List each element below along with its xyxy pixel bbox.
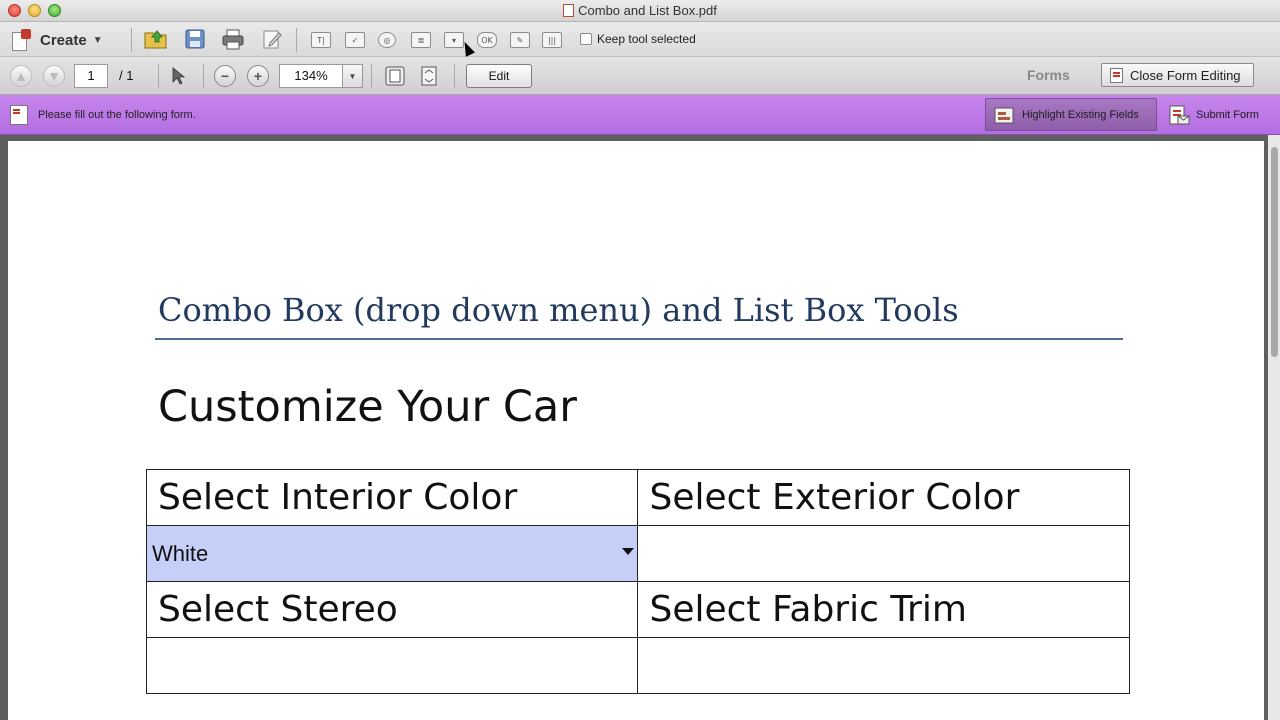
highlight-fields-icon [994,107,1014,123]
next-page-button[interactable]: ▼ [43,65,65,87]
open-button[interactable] [143,26,169,52]
submit-form-label: Submit Form [1196,108,1259,121]
toolbar-divider [131,28,132,52]
minus-icon: − [220,68,230,84]
print-button[interactable] [220,26,246,52]
plus-icon: + [253,68,263,84]
chevron-down-icon: ▼ [92,34,103,46]
arrow-down-icon: ▼ [47,68,61,84]
close-form-editing-label: Close Form Editing [1130,67,1241,83]
text-field-icon[interactable]: T| [311,32,331,48]
form-document-icon [10,105,28,125]
window-title: Combo and List Box.pdf [0,3,1280,18]
zoom-out-button[interactable]: − [214,65,236,87]
window-title-text: Combo and List Box.pdf [578,3,717,18]
document-viewport: Combo Box (drop down menu) and List Box … [0,135,1280,720]
keep-tool-selected-option[interactable]: Keep tool selected [580,32,696,46]
pdf-file-icon [563,4,575,17]
page-number-input[interactable]: 1 [74,64,108,88]
keep-tool-label: Keep tool selected [597,32,696,46]
fabric-trim-label: Select Fabric Trim [637,581,1130,638]
submit-form-icon [1169,105,1190,124]
stereo-field[interactable] [145,637,639,694]
edit-document-button[interactable] [259,26,285,52]
main-toolbar: Create ▼ T| ✓ ◎ ≣ ▾ OK ✎ ||| Keep tool s… [0,22,1280,57]
select-tool-button[interactable] [165,63,191,89]
dropdown-arrow-icon[interactable] [622,548,635,555]
pdf-page: Combo Box (drop down menu) and List Box … [8,141,1264,720]
arrow-pointer-icon [172,67,185,85]
heading-divider [155,338,1123,340]
create-label: Create [40,31,87,49]
fit-width-button[interactable] [416,63,442,89]
fit-width-icon [421,66,437,86]
previous-page-button[interactable]: ▲ [10,65,32,87]
table-row [145,637,1130,694]
highlight-fields-label: Highlight Existing Fields [1022,108,1139,121]
document-heading: Combo Box (drop down menu) and List Box … [158,291,959,329]
table-row: Select Interior Color Select Exterior Co… [145,469,1130,526]
chevron-down-icon[interactable]: ▼ [342,65,362,87]
page-count: / 1 [119,68,134,83]
form-message: Please fill out the following form. [10,105,196,125]
toolbar-divider [158,64,159,88]
pencil-page-icon [263,30,282,49]
stereo-label: Select Stereo [145,581,639,638]
checkbox-tool-icon[interactable]: ✓ [345,32,365,48]
form-edit-icon [1110,67,1123,83]
submit-form-button[interactable]: Submit Form [1162,98,1272,131]
document-subheading: Customize Your Car [158,382,577,432]
toolbar-divider [454,64,455,88]
zoom-in-button[interactable]: + [247,65,269,87]
form-message-text: Please fill out the following form. [38,109,196,121]
create-button[interactable]: Create ▼ [10,27,103,53]
close-form-editing-button[interactable]: Close Form Editing [1101,63,1254,87]
interior-color-combo-box[interactable]: White [147,526,638,581]
fit-page-button[interactable] [382,63,408,89]
zoom-select[interactable]: 134% ▼ [279,64,363,88]
save-disk-icon [185,29,205,49]
title-bar: Combo and List Box.pdf [0,0,1280,22]
forms-label: Forms [1027,67,1070,83]
toolbar-divider [296,28,297,52]
interior-color-value: White [152,540,209,566]
open-folder-icon [144,30,167,49]
toolbar-divider [371,64,372,88]
fit-page-icon [385,66,405,86]
exterior-color-label: Select Exterior Color [637,469,1130,526]
vertical-scrollbar[interactable] [1268,135,1280,720]
list-box-tool-icon[interactable]: ≣ [411,32,431,48]
interior-color-label: Select Interior Color [145,469,639,526]
keep-tool-checkbox[interactable] [580,33,592,45]
navigation-toolbar: ▲ ▼ 1 / 1 − + 134% ▼ Edit Forms Close Fo… [0,57,1280,95]
form-message-bar: Please fill out the following form. High… [0,95,1280,135]
car-options-table: Select Interior Color Select Exterior Co… [145,469,1130,694]
printer-icon [222,29,244,50]
button-tool-icon[interactable]: OK [477,32,497,48]
highlight-existing-fields-button[interactable]: Highlight Existing Fields [985,98,1157,131]
interior-color-cell: White [145,525,639,582]
create-pdf-icon [10,28,34,52]
digital-signature-tool-icon[interactable]: ✎ [510,32,530,48]
toolbar-divider [203,64,204,88]
exterior-color-field[interactable] [637,525,1130,582]
edit-button[interactable]: Edit [466,64,532,88]
fabric-trim-field[interactable] [637,637,1130,694]
scrollbar-thumb[interactable] [1271,147,1278,357]
radio-button-tool-icon[interactable]: ◎ [378,32,396,48]
arrow-up-icon: ▲ [14,68,28,84]
zoom-value: 134% [294,68,328,83]
table-row: White [145,525,1130,582]
table-row: Select Stereo Select Fabric Trim [145,581,1130,638]
save-button[interactable] [182,26,208,52]
barcode-tool-icon[interactable]: ||| [542,32,562,48]
